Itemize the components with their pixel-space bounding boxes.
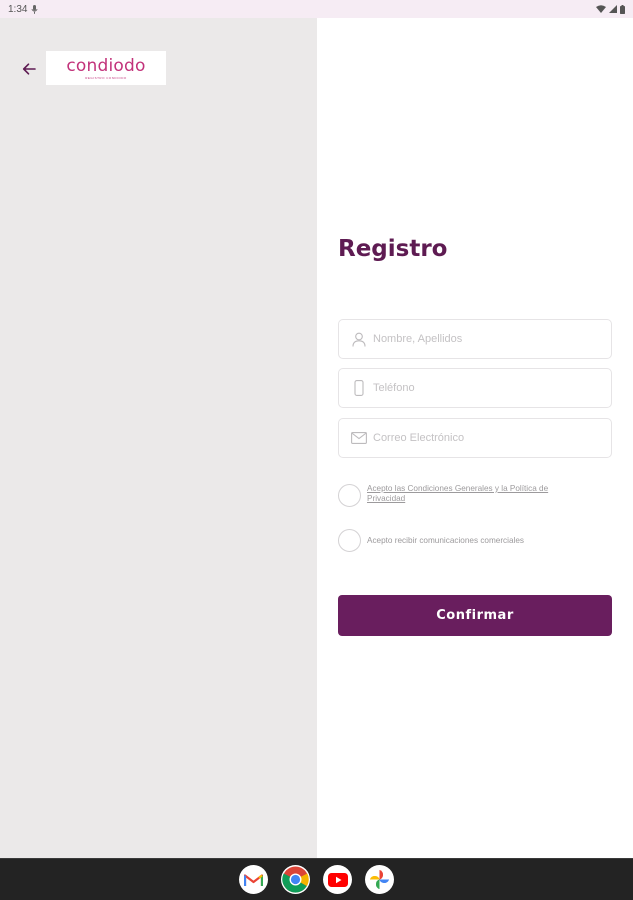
mail-icon (351, 430, 367, 446)
user-icon (351, 331, 367, 347)
left-panel: condiodo REGISTRO CONDIODO (0, 18, 317, 858)
signal-icon (609, 5, 617, 13)
name-input[interactable] (373, 333, 603, 345)
terms-link[interactable]: Acepto las Condiciones Generales y la Po… (367, 484, 577, 504)
phone-icon (351, 380, 367, 396)
name-field[interactable] (338, 319, 612, 359)
marketing-checkbox-row: Acepto recibir comunicaciones comerciale… (338, 529, 524, 552)
logo-subtext: REGISTRO CONDIODO (85, 75, 127, 80)
phone-input[interactable] (373, 382, 603, 394)
status-right (596, 4, 625, 14)
photos-icon[interactable] (365, 865, 394, 894)
marketing-checkbox[interactable] (338, 529, 361, 552)
phone-field[interactable] (338, 368, 612, 408)
battery-icon (620, 4, 625, 14)
terms-checkbox[interactable] (338, 484, 361, 507)
arrow-left-icon (22, 63, 36, 75)
registration-panel: Registro Acepto las Condiciones Ge (317, 18, 633, 858)
email-field[interactable] (338, 418, 612, 458)
status-left: 1:34 (8, 3, 39, 15)
status-time: 1:34 (8, 3, 28, 15)
gmail-icon[interactable] (239, 865, 268, 894)
page-title: Registro (338, 236, 448, 262)
taskbar (0, 858, 633, 900)
status-bar: 1:34 (0, 0, 633, 18)
logo-text: condiodo (66, 55, 146, 76)
terms-checkbox-row: Acepto las Condiciones Generales y la Po… (338, 484, 577, 507)
marketing-label: Acepto recibir comunicaciones comerciale… (367, 536, 524, 545)
youtube-icon[interactable] (323, 865, 352, 894)
confirm-button[interactable]: Confirmar (338, 595, 612, 636)
back-button[interactable] (17, 58, 41, 80)
chrome-icon[interactable] (281, 865, 310, 894)
wifi-icon (596, 5, 606, 13)
brand-logo: condiodo REGISTRO CONDIODO (46, 51, 166, 85)
microphone-icon (31, 4, 39, 14)
email-input[interactable] (373, 432, 603, 444)
